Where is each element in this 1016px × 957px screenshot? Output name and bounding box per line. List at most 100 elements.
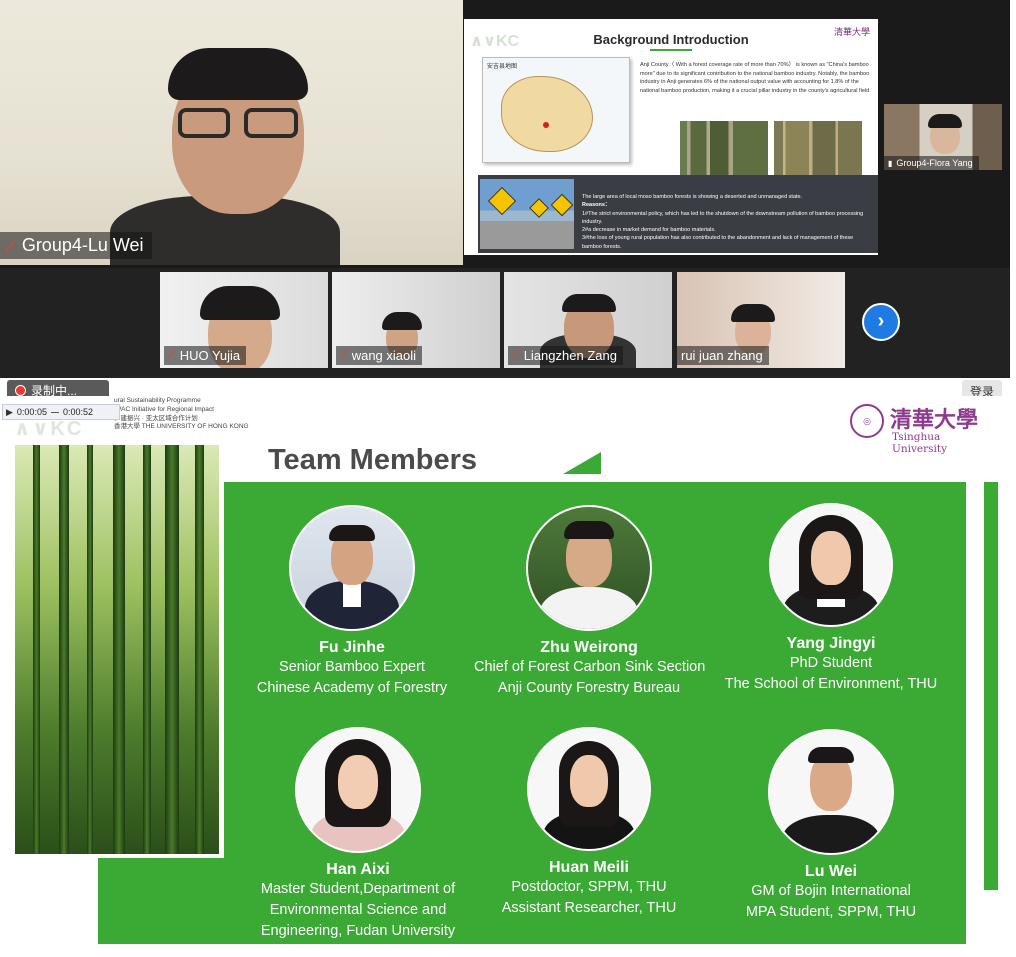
timeline-divider — [50, 411, 59, 413]
member-affiliation: The School of Environment, THU — [724, 676, 938, 692]
logo-line: ural Sustainability Programme — [114, 397, 201, 404]
tsinghua-name-cn: 清華大學 — [890, 407, 979, 433]
road-signs-image — [480, 179, 574, 249]
member-card: Fu Jinhe Senior Bamboo Expert Chinese Ac… — [237, 505, 467, 699]
member-affiliation: Assistant Researcher, THU — [501, 900, 677, 916]
logo-line: sPAC Initiative for Regional Impact — [114, 405, 214, 413]
band-line: Reasons： — [582, 202, 611, 209]
participant-tile[interactable]: ⟋ wang xiaoli — [332, 272, 500, 368]
member-photo — [289, 505, 415, 631]
title-accent-triangle — [563, 452, 601, 474]
participant-hair — [928, 114, 962, 128]
member-title: Master Student,Department of — [260, 881, 456, 897]
member-photo — [295, 727, 421, 853]
speaker-hair — [168, 48, 308, 100]
recording-elapsed: 0:00:05 — [16, 407, 47, 417]
member-name: Huan Meili — [548, 859, 629, 876]
logo-line: 乡建振兴 · 亚太区域合作计划 — [114, 414, 198, 422]
mic-muted-icon: ⟋ — [512, 349, 520, 361]
map-label: 安吉县地图 — [487, 64, 518, 70]
member-name: Han Aixi — [326, 861, 390, 878]
participant-tile[interactable]: ⟋ HUO Yujia — [160, 272, 328, 368]
green-side-bar — [984, 482, 998, 890]
member-card: Yang Jingyi PhD Student The School of En… — [716, 503, 946, 695]
slide-title: Background Introduction — [593, 32, 749, 47]
small-speaker-name-tag: ▮ Group4-Flora Yang — [884, 156, 979, 170]
member-affiliation: Engineering, Fudan University — [260, 923, 456, 939]
mic-muted-icon: ⟋ — [340, 349, 348, 361]
recording-timeline[interactable]: ▶ 0:00:05 0:00:52 — [2, 404, 120, 420]
slide-title-underline — [650, 49, 692, 51]
participant-name-tag: ⟋ HUO Yujia — [164, 346, 247, 365]
participant-name-tag: ⟋ Liangzhen Zang — [508, 346, 623, 365]
bamboo-forest-image — [15, 445, 219, 854]
slide-reasons-text: The large area of local moso bamboo fore… — [582, 193, 872, 251]
glasses-right — [244, 108, 298, 138]
member-name: Fu Jinhe — [319, 639, 385, 656]
recording-total: 0:00:52 — [62, 407, 93, 417]
tsinghua-name-en: Tsinghua University — [892, 431, 948, 455]
hku-logo-text: ural Sustainability Programme sPAC Initi… — [114, 397, 254, 432]
participant-name: wang xiaoli — [351, 348, 417, 363]
member-affiliation: Anji County Forestry Bureau — [497, 680, 681, 696]
chevron-right-icon: › — [877, 310, 885, 332]
participant-hair — [200, 286, 280, 320]
tsinghua-seal-icon: ◎ — [850, 404, 884, 438]
band-line: The large area of local moso bamboo fore… — [582, 194, 803, 200]
member-name: Zhu Weirong — [540, 639, 638, 656]
tsinghua-logo: ◎ 清華大學 Tsinghua University — [850, 402, 990, 455]
member-photo — [526, 505, 652, 631]
participant-hair — [731, 304, 775, 322]
member-name: Lu Wei — [804, 863, 858, 880]
member-title: Postdoctor, SPPM, THU — [511, 879, 667, 895]
next-page-button[interactable]: › — [862, 303, 900, 341]
map-location-marker — [543, 122, 549, 128]
band-line: 3#the loss of young rural population has… — [582, 235, 854, 250]
participant-name: Liangzhen Zang — [523, 348, 617, 363]
small-speaker-name: Group4-Flora Yang — [896, 158, 973, 168]
member-affiliation: Environmental Science and — [269, 902, 447, 918]
participant-name-tag: rui juan zhang — [677, 346, 769, 365]
member-name: Yang Jingyi — [786, 635, 876, 652]
main-speaker-name: Group4-Lu Wei — [21, 235, 144, 255]
member-title: PhD Student — [789, 655, 873, 671]
member-photo — [768, 729, 894, 855]
member-title: Chief of Forest Carbon Sink Section — [474, 659, 706, 675]
member-title: Senior Bamboo Expert — [279, 659, 425, 675]
participant-name: rui juan zhang — [681, 348, 763, 363]
participant-hair — [382, 312, 422, 330]
member-card: Zhu Weirong Chief of Forest Carbon Sink … — [474, 505, 706, 699]
member-title: GM of Bojin International — [751, 883, 911, 899]
shared-slide: ∧∨KC 清華大學 Background Introduction 安吉县地图 … — [464, 19, 878, 255]
main-video-tile[interactable]: ⟋ Group4-Lu Wei — [0, 0, 463, 265]
warning-sign-icon — [529, 198, 549, 218]
member-card: Huan Meili Postdoctor, SPPM, THU Assista… — [474, 727, 704, 919]
signal-icon: ▮ — [888, 158, 893, 168]
band-line: 2#a decrease in market demand for bamboo… — [582, 227, 716, 233]
glasses-left — [178, 108, 230, 138]
team-slide-title: Team Members — [268, 444, 477, 476]
warning-sign-icon — [550, 193, 574, 217]
member-card: Han Aixi Master Student,Department of En… — [243, 727, 473, 942]
participant-name: HUO Yujia — [179, 348, 241, 363]
map-region — [501, 76, 593, 152]
green-accent-strip — [98, 858, 226, 944]
play-icon: ▶ — [6, 406, 13, 417]
member-affiliation: MPA Student, SPPM, THU — [745, 904, 917, 920]
mic-muted-icon: ⟋ — [6, 237, 16, 254]
slide-intro-text: Anji County（ With a forest coverage rate… — [640, 62, 871, 94]
logo-line: 香港大學 THE UNIVERSITY OF HONG KONG — [114, 423, 249, 431]
member-photo — [769, 503, 893, 627]
main-speaker-name-tag: ⟋ Group4-Lu Wei — [0, 232, 152, 259]
member-affiliation: Chinese Academy of Forestry — [256, 680, 448, 696]
participant-name-tag: ⟋ wang xiaoli — [336, 346, 423, 365]
member-card: Lu Wei GM of Bojin International MPA Stu… — [716, 729, 946, 923]
band-line: 1#The strict environmental policy, which… — [582, 210, 864, 225]
member-photo — [527, 727, 651, 851]
participant-tile[interactable]: rui juan zhang — [677, 272, 845, 368]
anji-map: 安吉县地图 — [482, 57, 630, 163]
participant-tile[interactable]: ⟋ Liangzhen Zang — [504, 272, 672, 368]
small-video-tile[interactable]: ▮ Group4-Flora Yang — [884, 104, 1002, 170]
slide-reasons-band: The large area of local moso bamboo fore… — [478, 175, 878, 253]
participant-hair — [562, 294, 616, 312]
